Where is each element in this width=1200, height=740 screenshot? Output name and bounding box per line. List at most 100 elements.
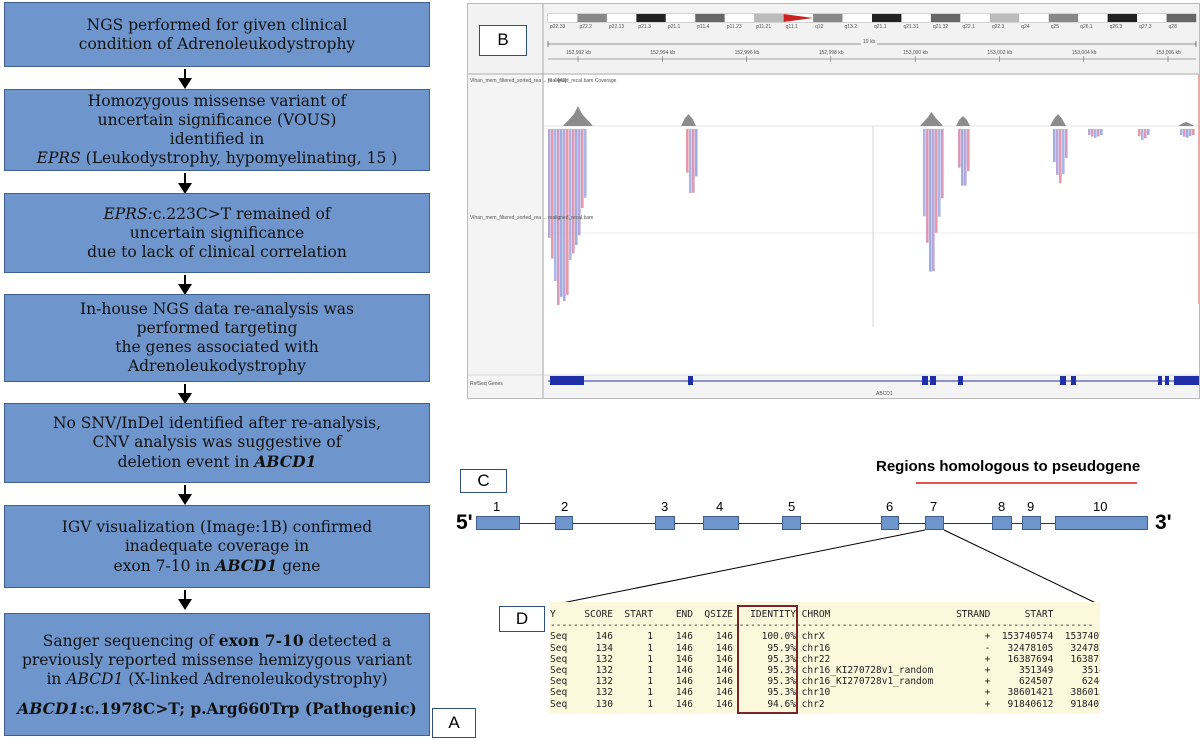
ideogram-band bbox=[1048, 14, 1079, 22]
band-label: q22.1 bbox=[962, 24, 975, 30]
ideogram-band bbox=[1137, 14, 1167, 22]
exon-box-2 bbox=[555, 516, 573, 530]
flow-text: uncertain significance (VOUS) bbox=[97, 111, 337, 129]
flow-step-igv: IGV visualization (Image:1B) confirmed i… bbox=[4, 505, 430, 588]
exon-box-7 bbox=[925, 516, 944, 530]
flow-step-reanalysis: In-house NGS data re-analysis was perfor… bbox=[4, 294, 430, 382]
ideogram-band bbox=[1019, 14, 1049, 22]
ideogram-band bbox=[842, 14, 872, 22]
band-label: p21.3 bbox=[638, 24, 651, 30]
chromosome-ideogram bbox=[547, 13, 1197, 23]
flow-text: Homozygous missense variant of bbox=[87, 92, 347, 110]
read-stack bbox=[569, 129, 572, 261]
read-stack bbox=[584, 129, 587, 198]
exon-box-9 bbox=[1022, 516, 1041, 530]
read-stack bbox=[1097, 129, 1100, 137]
flow-text: NGS performed for given clinical bbox=[86, 15, 348, 34]
read-stack bbox=[1141, 129, 1144, 141]
gene-exon-block bbox=[1071, 376, 1076, 385]
flow-arrow bbox=[178, 590, 192, 610]
band-label: q21.31 bbox=[903, 24, 919, 30]
gene-name: ABCD1 bbox=[215, 555, 278, 575]
ideogram-band bbox=[989, 14, 1020, 22]
exon-number: 1 bbox=[493, 499, 501, 514]
gene-exon-block bbox=[958, 376, 963, 385]
gene-exon-block bbox=[930, 376, 936, 385]
band-label: q26.1 bbox=[1080, 24, 1093, 30]
flow-step-vous: Homozygous missense variant of uncertain… bbox=[4, 89, 430, 171]
ruler-tick-label: 153,000 kb bbox=[903, 50, 928, 56]
band-label: p11.23 bbox=[726, 24, 742, 30]
ideogram-band bbox=[1078, 14, 1108, 22]
flow-text-result: ABCD1:c.1978C>T; p.Arg660Trp (Pathogenic… bbox=[5, 699, 429, 718]
read-stack bbox=[1180, 129, 1183, 135]
flow-text: due to lack of clinical correlation bbox=[87, 242, 347, 261]
band-label: q25 bbox=[1050, 24, 1060, 30]
read-stack bbox=[1192, 129, 1195, 135]
track-name-alignments: Vihan_mem_filtered_sorted_rea ... realig… bbox=[470, 215, 594, 221]
flow-text: identified in bbox=[169, 130, 265, 148]
read-stack bbox=[964, 129, 967, 186]
read-stack bbox=[686, 129, 689, 173]
ruler-tick-label: 153,002 kb bbox=[987, 50, 1013, 56]
read-stack bbox=[1147, 129, 1150, 135]
read-stack bbox=[1094, 129, 1097, 139]
band-label: q21.32 bbox=[932, 24, 949, 30]
read-stack bbox=[941, 129, 944, 199]
gene-exon-block bbox=[1174, 376, 1180, 385]
band-label: p22.13 bbox=[608, 24, 625, 30]
read-stack bbox=[1186, 129, 1189, 138]
ideogram-band bbox=[872, 14, 902, 22]
flow-text: condition of Adrenoleukodystrophy bbox=[78, 34, 356, 53]
flow-text: uncertain significance bbox=[129, 223, 305, 242]
read-stack bbox=[1059, 129, 1062, 184]
ideogram-band bbox=[606, 14, 637, 22]
flow-text: Adrenoleukodystrophy bbox=[127, 357, 307, 375]
read-stack bbox=[554, 129, 557, 281]
read-stack bbox=[1144, 129, 1147, 139]
read-stack bbox=[1138, 129, 1141, 137]
flow-step-cnv: No SNV/InDel identified after re-analysi… bbox=[4, 403, 430, 483]
flow-text-rest: c.223C>T remained of bbox=[152, 204, 331, 223]
gene-name: EPRS: bbox=[103, 204, 153, 223]
band-label: q22.3 bbox=[991, 24, 1005, 30]
read-stack bbox=[572, 129, 575, 254]
read-stack bbox=[551, 129, 554, 259]
read-stack bbox=[1091, 129, 1094, 137]
homologous-region-bar bbox=[916, 482, 1137, 484]
gene-backbone-line bbox=[478, 523, 1148, 524]
read-stack bbox=[932, 129, 935, 272]
ruler-tick-label: 152,996 kb bbox=[734, 50, 760, 56]
read-stack bbox=[1088, 129, 1091, 135]
flow-text-post: gene bbox=[277, 556, 321, 575]
read-stack bbox=[961, 129, 964, 186]
panel-label-d: D bbox=[499, 606, 545, 632]
gene-name: EPRS bbox=[36, 149, 81, 167]
flow-text: the genes associated with bbox=[115, 338, 319, 356]
blat-results-table: Y SCORE START END QSIZE IDENTITY CHROM S… bbox=[550, 602, 1100, 714]
gene-name: ABCD1 bbox=[17, 699, 80, 718]
gene-exon-block bbox=[1060, 376, 1066, 385]
band-label: q27.3 bbox=[1139, 24, 1152, 30]
read-stack bbox=[1065, 129, 1068, 158]
flow-text: No SNV/InDel identified after re-analysi… bbox=[52, 414, 382, 432]
flow-text-rest: :c.1978C>T; p.Arg660Trp (Pathogenic) bbox=[79, 699, 417, 718]
gene-exon-block bbox=[1158, 376, 1162, 385]
ideogram-band bbox=[1166, 14, 1196, 22]
flow-text: IGV visualization (Image:1B) confirmed bbox=[61, 517, 373, 536]
flow-text: performed targeting bbox=[136, 319, 298, 337]
exon-box-3 bbox=[655, 516, 675, 530]
exon-box-8 bbox=[992, 516, 1012, 530]
read-stack bbox=[1183, 129, 1186, 137]
gene-exon-block bbox=[922, 376, 928, 385]
ruler-tick-label: 152,992 kb bbox=[566, 50, 591, 56]
read-stack bbox=[548, 129, 551, 238]
read-stack bbox=[695, 129, 698, 177]
flow-arrow bbox=[178, 69, 192, 89]
exon-number: 7 bbox=[930, 499, 938, 514]
read-stack bbox=[967, 129, 970, 171]
flow-text-pre: in bbox=[46, 670, 67, 688]
ideogram-band bbox=[754, 14, 784, 22]
flow-text-bold: exon 7-10 bbox=[218, 631, 304, 650]
ideogram-band bbox=[577, 14, 607, 22]
